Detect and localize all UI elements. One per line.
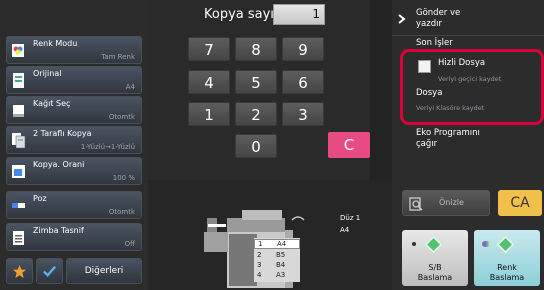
tray-list: 1 A4 2 B5 3 B4 4 A3 — [254, 238, 300, 282]
copy-ratio-icon — [12, 165, 25, 178]
copy-screen: Renk Modu Tam Renk Orijinal A4 Kağıt Seç… — [0, 0, 544, 290]
copy-ratio-label: Kopya. Orani — [33, 160, 85, 169]
settings-panel: Renk Modu Tam Renk Orijinal A4 Kağıt Seç… — [0, 0, 148, 290]
output-tray-label: Düz 1 — [340, 214, 361, 222]
exposure-icon — [12, 203, 25, 208]
ca-button[interactable]: CA — [498, 190, 542, 216]
bw-start-label: S/B Baslama — [417, 263, 453, 282]
color-mode-label: Renk Modu — [33, 39, 78, 48]
machine-status-area: 1 A4 2 B5 3 B4 4 A3 Düz 1 A4 — [148, 180, 392, 290]
preview-button[interactable]: Önizle — [402, 190, 490, 216]
key-2[interactable]: 2 — [235, 102, 277, 126]
staple-sort-button[interactable]: Zimba Tasnif Off — [6, 223, 142, 251]
duplex-icon — [12, 133, 26, 149]
duplex-copy-label: 2 Taraflı Kopya — [33, 129, 92, 138]
duplex-copy-value: 1-Yüzlü→1-Yüzlü — [80, 143, 135, 151]
tray-row-2[interactable]: 2 B5 — [254, 250, 300, 260]
copy-count-field[interactable]: 1 — [273, 4, 325, 25]
confirm-button[interactable] — [36, 258, 63, 284]
copy-ratio-button[interactable]: Kopya. Orani 100 % — [6, 157, 142, 185]
stored-jobs-link[interactable]: Son İşler — [416, 38, 453, 49]
favorites-button[interactable] — [6, 258, 33, 284]
tray-row-4[interactable]: 4 A3 — [254, 270, 300, 280]
exposure-label: Poz — [33, 194, 47, 203]
copy-count-value: 1 — [312, 7, 320, 21]
quick-file-checkbox[interactable] — [418, 60, 431, 73]
bw-start-button[interactable]: S/B Baslama — [402, 230, 468, 286]
tray-row-3[interactable]: 3 B4 — [254, 260, 300, 270]
exposure-button[interactable]: Poz Otomtk — [6, 191, 142, 219]
copy-count-keypad: Kopya sayısı 1 7 8 9 4 5 6 1 2 3 0 C — [148, 0, 370, 180]
send-and-print-item[interactable]: Gönder ve yazdır — [392, 0, 544, 36]
key-6[interactable]: 6 — [282, 70, 324, 94]
key-8[interactable]: 8 — [235, 37, 277, 61]
output-tray-size: A4 — [340, 226, 350, 234]
color-mode-icon — [12, 44, 24, 57]
color-start-label: Renk Baslama — [489, 263, 525, 282]
others-button[interactable]: Diğerleri — [66, 258, 142, 284]
duplex-copy-button[interactable]: 2 Taraflı Kopya 1-Yüzlü→1-Yüzlü — [6, 126, 142, 154]
original-icon — [13, 73, 24, 88]
paper-select-icon — [13, 105, 24, 117]
color-mode-value: Tam Renk — [101, 53, 135, 61]
copy-ratio-value: 100 % — [112, 174, 135, 182]
color-start-button[interactable]: Renk Baslama — [474, 230, 540, 286]
start-diamond-icon — [496, 235, 515, 254]
file-label: Dosya — [416, 88, 443, 98]
key-5[interactable]: 5 — [235, 70, 277, 94]
quick-file-label: Hizli Dosya — [438, 58, 486, 68]
clear-key[interactable]: C — [328, 132, 370, 158]
chevron-right-icon — [398, 14, 406, 24]
preview-icon — [409, 197, 423, 211]
key-4[interactable]: 4 — [188, 70, 230, 94]
staple-sort-label: Zimba Tasnif — [33, 226, 84, 235]
preview-label: Önizle — [439, 198, 464, 207]
checkmark-icon — [43, 266, 57, 277]
file-item[interactable]: Dosya Veriyi Klasöre kaydet — [412, 88, 538, 118]
file-sub: Veriyi Klasöre kaydet — [416, 104, 485, 112]
send-and-print-label: Gönder ve yazdır — [416, 8, 461, 29]
tray-row-1[interactable]: 1 A4 — [254, 239, 300, 249]
eco-program-link[interactable]: Eko Programını çağır — [416, 128, 480, 150]
key-1[interactable]: 1 — [188, 102, 230, 126]
star-icon — [12, 264, 27, 279]
paper-select-button[interactable]: Kağıt Seç Otomtk — [6, 96, 142, 124]
paper-select-label: Kağıt Seç — [33, 99, 71, 108]
original-button[interactable]: Orijinal A4 — [6, 66, 142, 94]
original-label: Orijinal — [33, 69, 62, 78]
quick-file-sub: Veriyi geçici kaydet — [438, 75, 502, 83]
key-0[interactable]: 0 — [235, 134, 277, 158]
color-indicator-icon — [482, 241, 490, 247]
key-9[interactable]: 9 — [282, 37, 324, 61]
staple-sort-icon — [13, 231, 24, 245]
staple-sort-value: Off — [124, 240, 135, 248]
original-value: A4 — [125, 83, 135, 91]
exposure-value: Otomtk — [108, 208, 135, 216]
color-mode-button[interactable]: Renk Modu Tam Renk — [6, 36, 142, 64]
paper-select-value: Otomtk — [108, 113, 135, 121]
key-3[interactable]: 3 — [282, 102, 324, 126]
key-7[interactable]: 7 — [188, 37, 230, 61]
start-diamond-icon — [424, 235, 443, 254]
bw-indicator-icon — [412, 242, 416, 246]
others-label: Diğerleri — [84, 266, 124, 276]
